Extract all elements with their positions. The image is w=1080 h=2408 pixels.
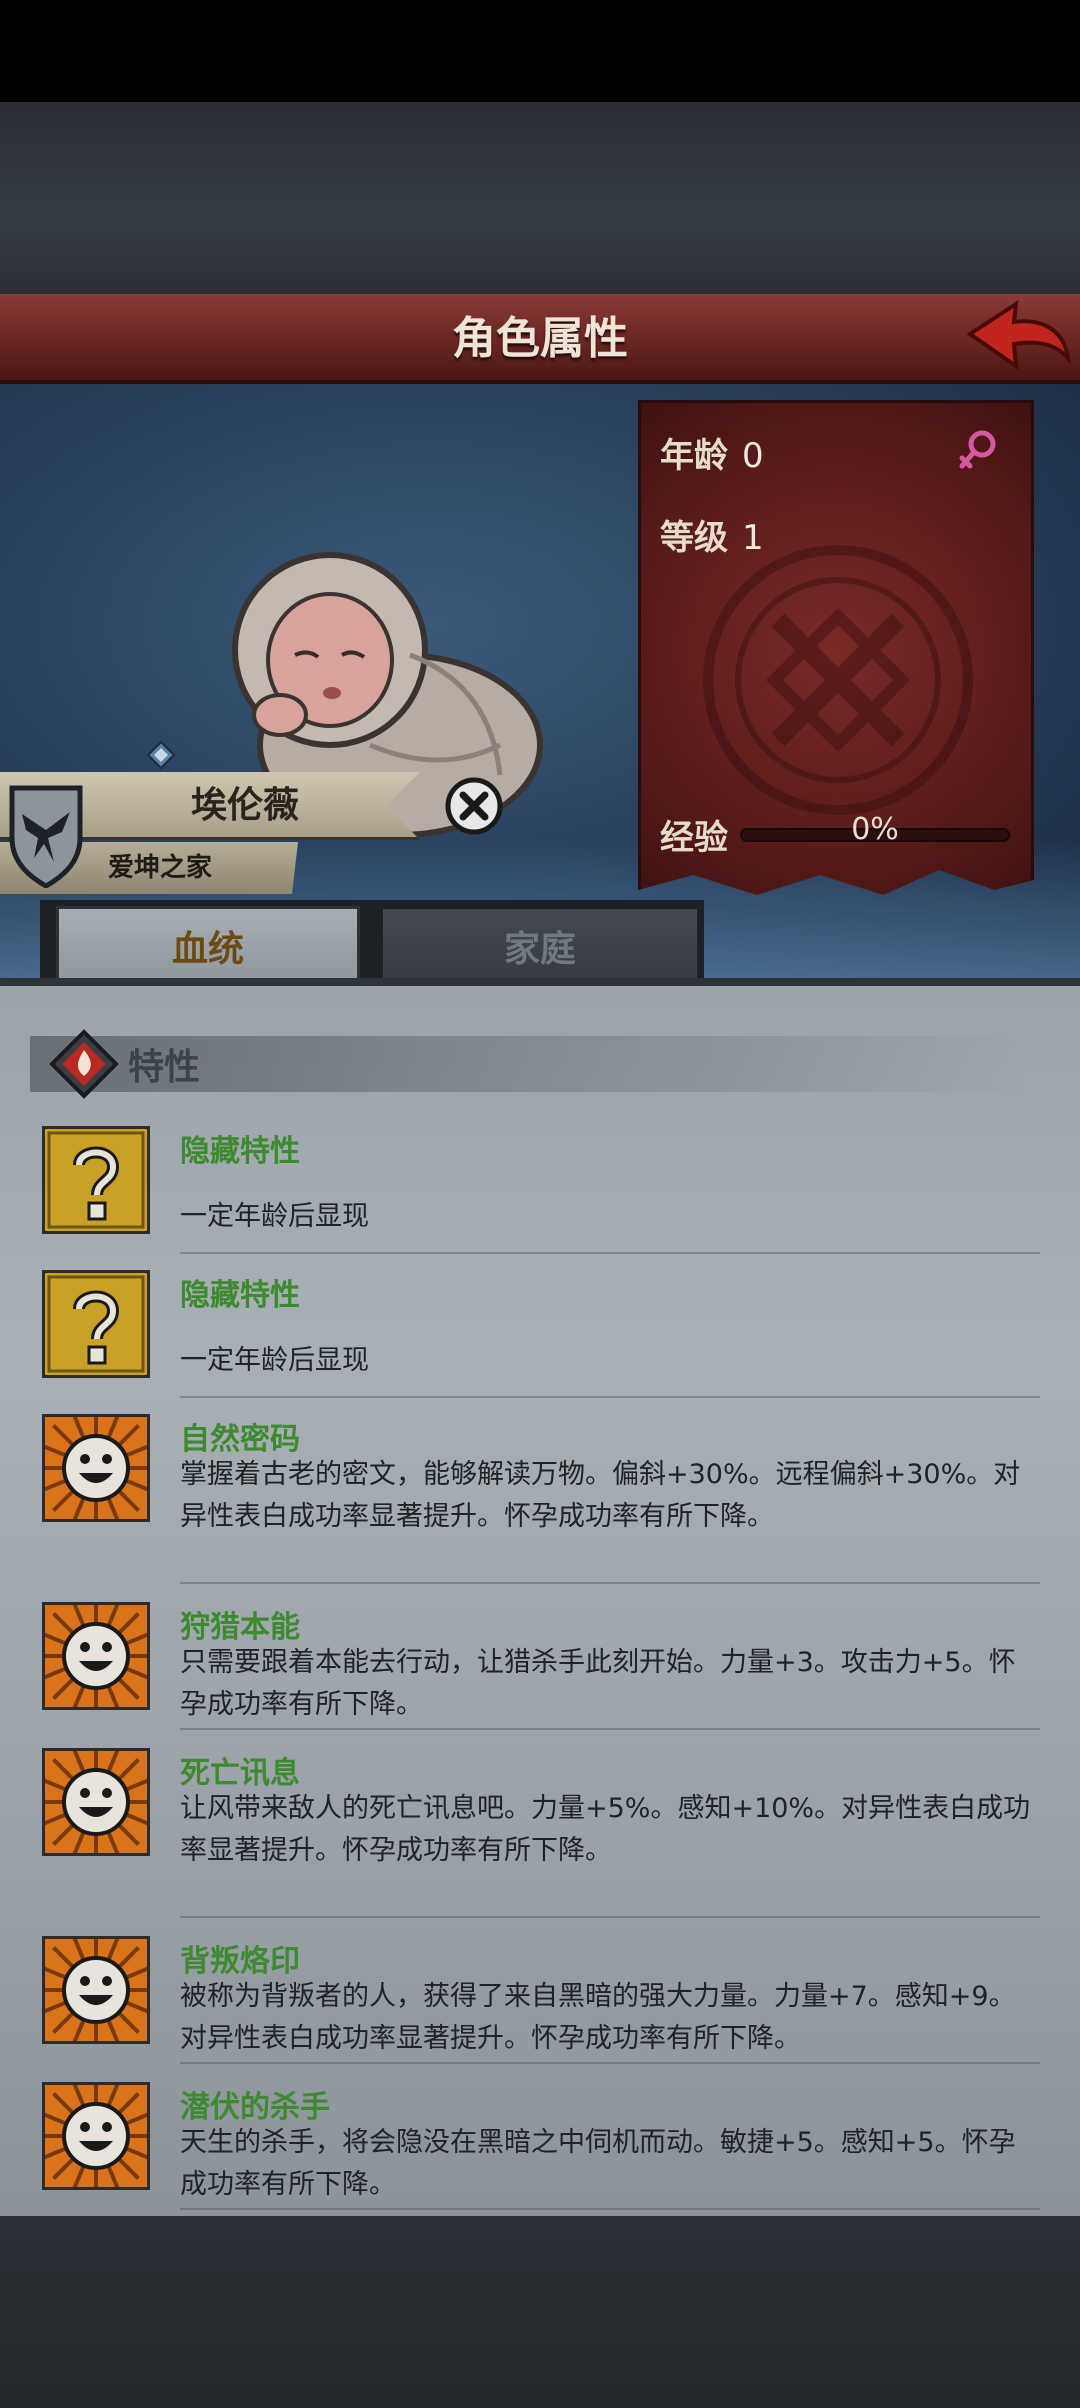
question-icon [42,1126,150,1234]
smiley-sun-icon [36,1596,156,1716]
level-row: 等级 1 [660,510,764,559]
back-arrow-icon[interactable] [964,296,1074,376]
level-value: 1 [742,518,764,558]
smiley-sun-icon [36,2076,156,2196]
trait-divider [180,1916,1040,1918]
character-name: 埃伦薇 [190,785,299,826]
section-title: 特性 [128,1047,201,1088]
trait-divider [180,1728,1040,1730]
trait-description: 只需要跟着本能去行动，让猎杀手此刻开始。力量+3。攻击力+5。怀孕成功率有所下降… [180,1647,1016,1720]
trait-name: 隐藏特性 [180,1134,300,1169]
status-bar [0,0,1080,102]
trait-description: 天生的杀手，将会隐没在黑暗之中伺机而动。敏捷+5。感知+5。怀孕成功率有所下降。 [180,2127,1016,2200]
crest-shield-icon [9,785,83,888]
question-icon [42,1270,150,1378]
trait-name: 隐藏特性 [180,1278,300,1313]
top-backdrop [0,102,1080,294]
smiley-sun-icon [36,1742,156,1862]
trait-divider [180,1582,1040,1584]
trait-description: 被称为背叛者的人，获得了来自黑暗的强大力量。力量+7。感知+9。对异性表白成功率… [180,1981,1016,2054]
celtic-knot-ornament [703,545,973,815]
female-gender-icon [959,430,996,469]
trait-name: 潜伏的杀手 [180,2090,330,2125]
trait-description: 让风带来敌人的死亡讯息吧。力量+5%。感知+10%。对异性表白成功率显著提升。怀… [180,1793,1031,1866]
age-value: 0 [742,436,764,476]
trait-divider [180,2062,1040,2064]
trait-name: 狩猎本能 [180,1610,300,1645]
smiley-sun-icon [36,1930,156,2050]
level-label: 等级 [660,518,728,558]
tab-family[interactable]: 家庭 [380,906,700,988]
bottom-backdrop [0,2216,1080,2408]
fire-diamond-icon [49,1029,119,1099]
header-bar: 角色属性 [0,294,1080,384]
age-label: 年龄 [660,436,728,476]
rank-diamond-icon [146,740,176,770]
trait-description: 一定年龄后显现 [180,1345,369,1376]
age-row: 年龄 0 [660,428,764,477]
tab-bloodline[interactable]: 血统 [56,906,360,988]
trait-divider [180,2208,1040,2210]
trait-description: 一定年龄后显现 [180,1201,369,1232]
trait-divider [180,1396,1040,1398]
smiley-sun-icon [36,1408,156,1528]
trait-name: 自然密码 [180,1422,300,1457]
close-icon[interactable] [444,776,504,836]
trait-name: 死亡讯息 [180,1756,300,1791]
exp-label: 经验 [660,818,728,858]
trait-divider [180,1252,1040,1254]
trait-description: 掌握着古老的密文，能够解读万物。偏斜+30%。远程偏斜+30%。对异性表白成功率… [180,1459,1021,1532]
exp-percent: 0% [851,812,899,847]
trait-name: 背叛烙印 [180,1944,300,1979]
page-title: 角色属性 [452,313,628,364]
